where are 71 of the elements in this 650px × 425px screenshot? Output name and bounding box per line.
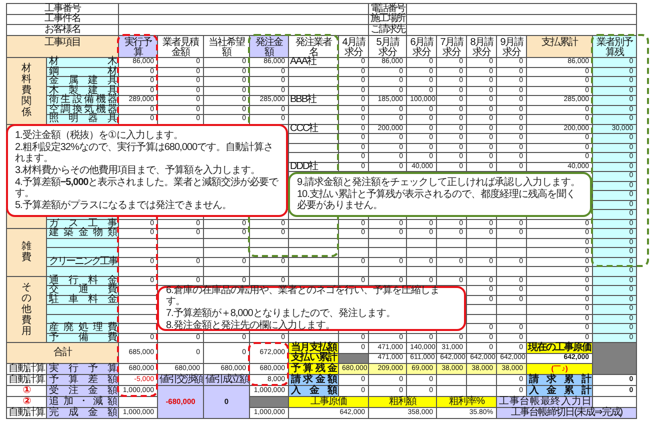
row-label: 産廃処理費 — [46, 324, 118, 333]
row-label: 完成金額 — [46, 408, 118, 418]
column-header: 6月請求分 — [406, 35, 437, 58]
row-tag: 自動計算 — [6, 374, 46, 386]
row-label: 空調換気機器 — [46, 105, 118, 114]
row-label: 合計 — [6, 342, 118, 364]
note-text: 10.支払い累計と予算残が表示されるので、都度経理に残高を聞く必要がありません。 — [297, 189, 576, 212]
row-label: 工事原価 — [288, 396, 369, 408]
row-label: 工事台帳最終入力日 — [496, 396, 593, 408]
field-label: 施工場所 — [368, 14, 407, 24]
field-label: 電話番号 — [368, 4, 407, 14]
note-text: 2.粗利設定32%なので、実行予算は680,000です。自動計算されます。 — [15, 142, 274, 164]
row-label: 追加・減額 — [46, 396, 118, 408]
table-cell: BBB社 — [288, 96, 338, 105]
column-header: 支払累計 — [526, 35, 593, 58]
row-label: ガス工事 — [46, 219, 118, 228]
column-header: 実行予算 — [118, 35, 158, 58]
row-label: 金属建具 — [46, 76, 118, 86]
note-text: 5.予算差額がプラスになるまでは発注できません。 — [15, 200, 232, 211]
row-label: 現在の工事原価 — [526, 342, 593, 353]
row-label: 木製建具 — [46, 86, 118, 96]
row-label: 予算差額 — [46, 374, 118, 386]
row-label: クリーニング工事 — [46, 257, 118, 266]
row-label: 請求累計 — [526, 374, 593, 386]
row-tag: 自動計算 — [6, 408, 46, 418]
column-header: 8月請求分 — [466, 35, 497, 58]
note-text: 3.材料費からその他費用項目まで、予算額を入力します。 — [15, 165, 261, 176]
row-label: 当月支払額 — [288, 342, 338, 353]
row-label: 照明器具 — [46, 114, 118, 124]
column-header: 4月請求分 — [338, 35, 369, 58]
note-text: 7.予算差額が＋8,000となりましたので、発注します。 — [166, 308, 396, 320]
row-tag: ① — [6, 386, 46, 396]
row-label: 請求金額 — [288, 374, 338, 386]
note-text: 1.受注金額（税抜）を①に入力します。 — [15, 130, 184, 141]
field-label: 工事件名 — [6, 14, 118, 24]
row-label: 粗利率% — [436, 396, 497, 408]
note-text: 4.予算差額−5,000と表示されました。業者と減額交渉が必要です。 — [15, 177, 279, 199]
row-label: 駐車料金 — [46, 295, 118, 304]
row-label: 粗利額 — [368, 396, 437, 408]
row-label: 入金額 — [288, 386, 338, 396]
row-label: 交通費 — [46, 286, 118, 295]
field-label: ご請求先 — [368, 24, 407, 35]
row-label: 工事台帳締切日(未成⇒完成) — [496, 408, 637, 418]
column-header: 5月請求分 — [368, 35, 407, 58]
row-label: 受注金額 — [46, 386, 118, 396]
note-text: 9.請求金額と発注額をチェックして正しければ承認し入力します。 — [297, 177, 581, 188]
category-label: その他費用 — [6, 276, 46, 342]
row-label: 建築金物類 — [46, 228, 118, 238]
row-label: 値引交渉額 — [158, 374, 204, 386]
category-label: 雑費 — [6, 228, 46, 276]
column-header: 業者見積金額 — [158, 35, 204, 58]
row-tag: 自動計算 — [6, 364, 46, 374]
row-label: 予算残金 — [288, 364, 338, 374]
row-tag: ② — [6, 396, 46, 408]
column-header: 発注金額 — [250, 35, 288, 58]
row-label: 実行予算 — [46, 364, 118, 374]
row-label: 支払い累計 — [288, 353, 338, 364]
table-cell: CCC社 — [288, 124, 338, 134]
row-label: 衛生設備機器 — [46, 96, 118, 105]
column-header: 発注業者名 — [288, 35, 338, 58]
table-cell: AAA社 — [288, 58, 338, 67]
field-label: お客様名 — [6, 24, 118, 35]
column-header: 7月請求分 — [436, 35, 467, 58]
field-label: 工事番号 — [6, 4, 118, 14]
note-text: 8.発注金額と発注先の欄に入力します。 — [166, 320, 336, 332]
row-label: 値引成立額 — [204, 374, 250, 386]
column-header: 業者別予算残 — [592, 35, 637, 58]
row-label: 入金累計 — [526, 386, 593, 396]
category-label: 材料費関係 — [6, 58, 46, 124]
note-text: 6.倉庫の在庫品の転用や、業者とのネゴを行い、予算を圧縮します。 — [166, 285, 440, 308]
shaded-area — [592, 342, 637, 374]
